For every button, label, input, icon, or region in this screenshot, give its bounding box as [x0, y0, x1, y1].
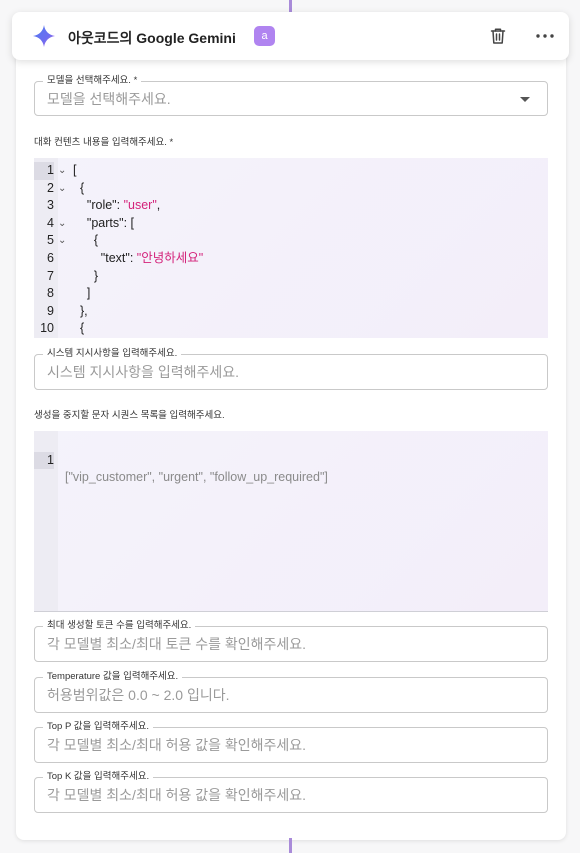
stop-sequences-code-editor[interactable]: 1 ["vip_customer", "urgent", "follow_up_…	[34, 431, 548, 611]
contents-label: 대화 컨텐츠 내용을 입력해주세요. *	[34, 137, 174, 148]
line-number: 8	[47, 286, 54, 301]
line-number: 3	[47, 198, 54, 213]
code-token: },	[79, 303, 88, 318]
fold-chevron-icon[interactable]: ⌄	[58, 215, 66, 233]
contents-code-editor[interactable]: 1 ⌄[2 ⌄ {3 "role": "user", 4 ⌄ "parts": [5 ⌄ …	[34, 158, 548, 338]
code-text: "role": "user",	[73, 197, 160, 215]
code-line: 1 ⌄ [	[34, 162, 548, 180]
line-number: 10	[40, 321, 54, 336]
gemini-sparkle-icon	[33, 25, 55, 47]
temperature-field[interactable]: Temperature 값을 입력해주세요.	[34, 671, 548, 713]
system-instruction-input[interactable]	[47, 362, 507, 382]
code-line: 4 ⌄ "parts": [	[34, 215, 548, 233]
code-text: {	[73, 320, 84, 338]
code-line: 8 ]	[34, 285, 548, 303]
system-instruction-legend: 시스템 지시사항을 입력해주세요.	[43, 348, 182, 360]
model-select-legend: 모델을 선택해주세요. *	[43, 75, 142, 87]
fold-chevron-icon[interactable]: ⌄	[58, 232, 66, 250]
editor-divider	[34, 611, 548, 612]
top-p-input[interactable]	[47, 735, 507, 755]
code-text: }	[73, 268, 98, 286]
flow-connector-bottom	[289, 838, 292, 853]
code-line: 3 "role": "user",	[34, 197, 548, 215]
code-line: 10 {	[34, 320, 548, 338]
code-token: {	[79, 321, 85, 336]
model-select[interactable]: 모델을 선택해주세요. *	[34, 75, 548, 116]
line-number: 5	[47, 233, 54, 248]
caret-down-icon[interactable]	[520, 97, 530, 102]
code-token: "parts": [	[86, 215, 134, 230]
code-text: {	[73, 180, 84, 198]
model-select-input[interactable]	[47, 89, 507, 109]
line-number: 9	[47, 303, 54, 318]
code-token: ,	[156, 198, 161, 213]
code-token: [	[73, 163, 77, 177]
more-horizontal-icon[interactable]	[534, 26, 556, 46]
top-k-field[interactable]: Top K 값을 입력해주세요.	[34, 771, 548, 813]
fold-chevron-icon[interactable]: ⌄	[58, 180, 66, 198]
code-line: 9 },	[34, 303, 548, 321]
code-text: [	[73, 162, 76, 180]
flow-connector-top	[289, 0, 292, 12]
code-token: {	[79, 180, 85, 195]
code-token: ]	[86, 286, 91, 301]
node-badge: a	[254, 26, 275, 46]
code-line: 7 }	[34, 268, 548, 286]
line-number: 4	[47, 215, 54, 230]
line-number: 2	[47, 180, 54, 195]
code-token: {	[93, 233, 99, 248]
top-k-legend: Top K 값을 입력해주세요.	[43, 771, 154, 783]
code-token: "text":	[100, 251, 137, 265]
line-number: 6	[47, 251, 54, 265]
top-k-input[interactable]	[47, 785, 507, 805]
max-tokens-input[interactable]	[47, 634, 507, 654]
code-string: "user"	[123, 198, 157, 213]
code-text: ]	[73, 285, 90, 303]
code-line: 6 "text": "안녕하세요"	[34, 250, 548, 268]
line-number: 1	[34, 162, 54, 180]
line-number: 1	[34, 451, 54, 470]
system-instruction-field[interactable]: 시스템 지시사항을 입력해주세요.	[34, 348, 548, 390]
trash-icon[interactable]	[488, 26, 508, 46]
code-text: "text": "안녕하세요"	[73, 250, 203, 268]
temperature-input[interactable]	[47, 685, 507, 705]
top-p-legend: Top P 값을 입력해주세요.	[43, 721, 153, 733]
code-token: }	[93, 268, 99, 283]
code-text: "parts": [	[73, 215, 134, 233]
code-text: {	[73, 232, 98, 250]
code-text: },	[73, 303, 88, 321]
fold-chevron-icon[interactable]: ⌄	[58, 162, 66, 180]
node-title: 아웃코드의 Google Gemini	[68, 30, 236, 46]
max-tokens-legend: 최대 생성할 토큰 수를 입력해주세요.	[43, 620, 196, 632]
stop-sequences-label: 생성을 중지할 문자 시퀀스 목록을 입력해주세요.	[34, 410, 225, 421]
line-number: 7	[47, 268, 54, 283]
temperature-legend: Temperature 값을 입력해주세요.	[43, 671, 183, 683]
code-line: 2 ⌄ {	[34, 180, 548, 198]
node-header: 아웃코드의 Google Gemini a	[12, 12, 569, 60]
code-token: "role":	[86, 198, 124, 213]
code-string: "안녕하세요"	[136, 251, 204, 265]
stop-sequences-placeholder: ["vip_customer", "urgent", "follow_up_re…	[65, 470, 328, 485]
code-line: 5 ⌄ {	[34, 232, 548, 250]
max-tokens-field[interactable]: 최대 생성할 토큰 수를 입력해주세요.	[34, 620, 548, 662]
code-line: 1 ["vip_customer", "urgent", "follow_up_…	[34, 434, 548, 484]
top-p-field[interactable]: Top P 값을 입력해주세요.	[34, 721, 548, 763]
